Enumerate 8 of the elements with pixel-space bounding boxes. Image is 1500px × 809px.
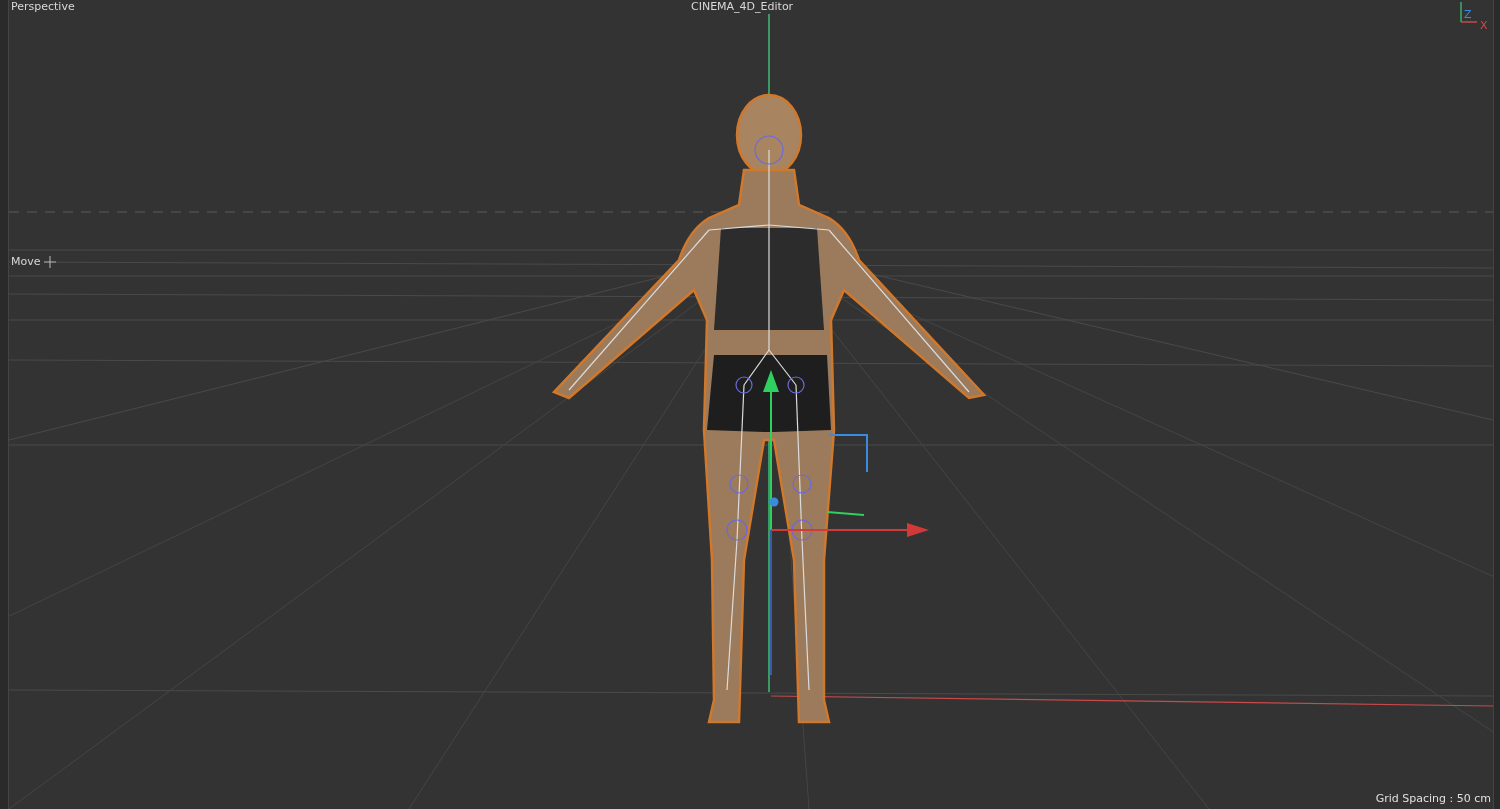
tool-label: Move (11, 255, 56, 268)
viewport-title: CINEMA_4D_Editor (689, 0, 796, 13)
axis-label: X (1480, 19, 1488, 32)
axis-label: Z (1464, 8, 1472, 21)
move-icon (43, 255, 56, 268)
camera-label[interactable]: Perspective (11, 0, 75, 13)
axis-gizmo-icon (1460, 1, 1478, 23)
grid-spacing-label: Grid Spacing : 50 cm (1375, 792, 1491, 805)
